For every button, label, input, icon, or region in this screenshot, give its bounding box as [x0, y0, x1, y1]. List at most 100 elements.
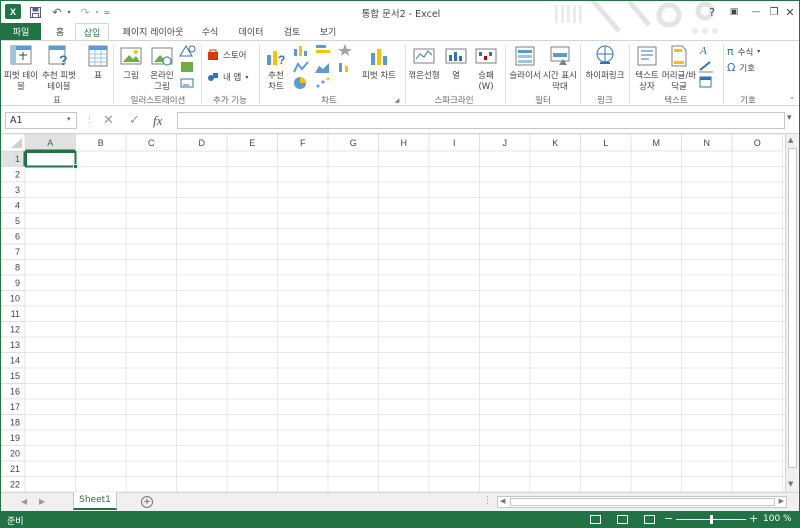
tab-view[interactable]: 보기	[313, 23, 343, 40]
name-box-dropdown-icon[interactable]: ▾	[67, 115, 71, 123]
row-header[interactable]	[1, 212, 26, 229]
slicer-button[interactable]: 슬라이서	[507, 45, 543, 82]
tab-review[interactable]: 검토	[277, 23, 307, 40]
undo-dropdown-icon[interactable]: ▾	[65, 4, 73, 20]
enter-icon[interactable]: ✓	[129, 113, 140, 128]
help-button[interactable]: ?	[701, 3, 723, 21]
online-pictures-button[interactable]: 온라인 그림	[147, 45, 177, 93]
store-button[interactable]: 스토어	[207, 49, 246, 61]
row-header[interactable]	[1, 181, 26, 198]
row-header[interactable]	[1, 259, 26, 276]
row-header-label: 8	[15, 263, 20, 273]
tab-data[interactable]: 데이터	[231, 23, 271, 40]
sheet-tab[interactable]: Sheet1	[73, 492, 117, 510]
pivot-table-button[interactable]: 피벗 테이블	[3, 45, 39, 93]
zoom-in-icon[interactable]: +	[749, 512, 758, 525]
group-separator	[580, 44, 581, 104]
vertical-scroll-thumb[interactable]	[788, 148, 797, 468]
timeline-icon	[550, 46, 570, 65]
row-header[interactable]	[1, 166, 26, 183]
header-footer-button[interactable]: 머리글/바닥글	[661, 45, 697, 93]
next-sheet-icon[interactable]: ▶	[39, 497, 45, 506]
pivot-chart-button[interactable]: 피벗 차트	[357, 45, 401, 82]
sparkline-winloss-button[interactable]: 승패 (W)	[471, 45, 501, 93]
stock-chart-button[interactable]	[335, 60, 355, 78]
column-header-label: L	[603, 138, 608, 148]
horizontal-scrollbar[interactable]: ◀ ▶	[497, 496, 787, 508]
textbox-button[interactable]: 텍스트 상자	[631, 45, 663, 93]
charts-dialog-launcher-icon[interactable]: ◢	[393, 95, 401, 106]
row-header[interactable]	[1, 197, 26, 214]
sheet-tab-bar: ◀ ▶ Sheet1 + ⋮ ◀ ▶	[1, 492, 799, 511]
scroll-left-icon[interactable]: ◀	[500, 497, 505, 505]
tab-formulas[interactable]: 수식	[195, 23, 225, 40]
pictures-button[interactable]: 그림	[117, 45, 145, 82]
tab-home[interactable]: 홈	[45, 23, 75, 40]
zoom-slider-thumb[interactable]	[710, 515, 713, 524]
bar-chart-button[interactable]	[313, 43, 333, 61]
symbol-button[interactable]: Ω 기호	[727, 61, 755, 74]
close-button[interactable]: ✕	[779, 3, 799, 21]
pie-chart-button[interactable]	[291, 76, 311, 94]
column-chart-button[interactable]	[291, 43, 311, 61]
page-layout-view-icon[interactable]	[617, 515, 628, 524]
zoom-out-icon[interactable]: −	[664, 512, 673, 525]
cancel-icon[interactable]: ✕	[103, 113, 114, 128]
expand-formula-bar-icon[interactable]: ▾	[787, 113, 792, 123]
redo-icon[interactable]: ↷	[77, 4, 93, 20]
equation-button[interactable]: π 수식 ▾	[727, 45, 760, 58]
tab-insert[interactable]: 삽입	[75, 23, 109, 41]
sparkline-line-button[interactable]: 꺾은선형	[407, 45, 441, 82]
normal-view-icon[interactable]	[590, 515, 601, 524]
scroll-right-icon[interactable]: ▶	[779, 497, 784, 505]
textbox-label: 텍스트 상자	[635, 71, 659, 92]
scatter-chart-button[interactable]	[313, 76, 333, 94]
ribbon-insert: 피벗 테이블 ? 추천 피벗 테이블 표 표 그림 온라인 그림 일러스트레이션…	[1, 40, 799, 106]
customize-qat-icon[interactable]: =	[101, 4, 113, 20]
sparkline-column-icon	[445, 48, 467, 64]
shapes-icon	[179, 45, 196, 57]
prev-sheet-icon[interactable]: ◀	[21, 497, 27, 506]
horizontal-scroll-thumb[interactable]	[510, 498, 775, 506]
recommended-pivot-button[interactable]: ? 추천 피벗 테이블	[37, 45, 81, 93]
recommended-charts-button[interactable]: ? 추천 차트	[263, 45, 289, 93]
tab-file[interactable]: 파일	[1, 23, 41, 40]
redo-dropdown-icon[interactable]: ▾	[93, 4, 101, 20]
screenshot-button[interactable]	[178, 76, 198, 94]
hyperlink-button[interactable]: 하이퍼링크	[583, 45, 627, 82]
title-bar: X ↶ ▾ ↷ ▾ = 통합 문서2 - Excel ? ▣ — ❐ ✕	[1, 1, 799, 34]
tab-splitter-icon[interactable]: ⋮	[483, 496, 492, 506]
zoom-level[interactable]: 100 %	[763, 514, 792, 524]
formula-input[interactable]	[177, 112, 785, 129]
row-header[interactable]	[1, 274, 26, 291]
insert-function-icon[interactable]: fx	[153, 113, 162, 129]
screenshot-icon	[180, 78, 194, 88]
online-pictures-label: 온라인 그림	[150, 71, 174, 92]
object-button[interactable]	[697, 75, 715, 93]
row-header[interactable]	[1, 228, 26, 245]
my-apps-button[interactable]: 내 앱 ▾	[207, 71, 248, 83]
fill-handle[interactable]	[73, 164, 78, 169]
timeline-button[interactable]: 시간 표시 막대	[543, 45, 577, 93]
vertical-scrollbar[interactable]: ▲ ▼	[785, 134, 799, 492]
worksheet-grid[interactable]: A B C D E F G H I J K L M N O1234567891011121314151617…	[1, 134, 785, 492]
dropdown-icon: ▾	[245, 73, 249, 81]
combo-chart-button[interactable]	[335, 43, 355, 61]
add-sheet-icon[interactable]: +	[141, 496, 153, 508]
group-separator	[259, 44, 260, 104]
save-icon[interactable]	[27, 4, 43, 20]
undo-icon[interactable]: ↶	[49, 4, 65, 20]
window-title: 통합 문서2 - Excel	[361, 9, 441, 20]
row-header[interactable]	[1, 243, 26, 260]
row-header-label: 12	[10, 325, 20, 335]
scroll-down-icon[interactable]: ▼	[788, 480, 793, 488]
sparkline-column-button[interactable]: 열	[443, 45, 469, 82]
scroll-up-icon[interactable]: ▲	[788, 136, 793, 144]
ribbon-display-options-button[interactable]: ▣	[723, 3, 745, 21]
page-break-view-icon[interactable]	[644, 515, 655, 524]
tab-page-layout[interactable]: 페이지 레이아웃	[113, 23, 193, 40]
table-button[interactable]: 표	[85, 45, 111, 82]
row-header-label: 3	[15, 185, 20, 195]
collapse-ribbon-icon[interactable]: ⌃	[787, 95, 797, 106]
row-header[interactable]	[1, 150, 26, 167]
